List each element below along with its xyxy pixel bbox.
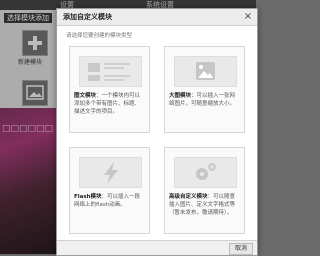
flash-icon — [79, 157, 142, 188]
card-description: 图文模块：一个模块内可以添加多个带有图片、标题、描述文字的项目。 — [74, 93, 141, 115]
dialog-hint: 请选择您要创建的模块类型 — [66, 33, 133, 39]
gear-icon — [174, 157, 237, 188]
card-description: 高级自定义模块：可以随意插入图片、定义文字格式等（暂未发布，敬请期待）。 — [169, 194, 236, 216]
cancel-button[interactable]: 取消 — [229, 243, 253, 255]
advanced-custom-module-card[interactable]: 高级自定义模块：可以随意插入图片、定义文字格式等（暂未发布，敬请期待）。 — [164, 147, 245, 234]
card-description: 大图模块：可以插入一张网络图片，可随意缩放大小。 — [169, 93, 236, 107]
image-text-icon — [79, 56, 142, 87]
big-image-module-card[interactable]: 大图模块：可以插入一张网络图片，可随意缩放大小。 — [164, 46, 245, 133]
dialog-title: 添加自定义模块 — [63, 13, 112, 21]
image-icon — [174, 56, 237, 87]
flash-module-card[interactable]: Flash模块：可以插入一段网络上的flash动画。 — [69, 147, 150, 234]
add-custom-module-dialog: 添加自定义模块 × 请选择您要创建的模块类型 图文模块：一个模块内可以添加多个带… — [56, 8, 258, 256]
dialog-footer: 取消 — [57, 240, 257, 255]
card-description: Flash模块：可以插入一段网络上的flash动画。 — [74, 194, 141, 208]
dialog-header: 添加自定义模块 × — [57, 9, 257, 26]
close-icon[interactable]: × — [243, 12, 253, 22]
image-text-module-card[interactable]: 图文模块：一个模块内可以添加多个带有图片、标题、描述文字的项目。 — [69, 46, 150, 133]
